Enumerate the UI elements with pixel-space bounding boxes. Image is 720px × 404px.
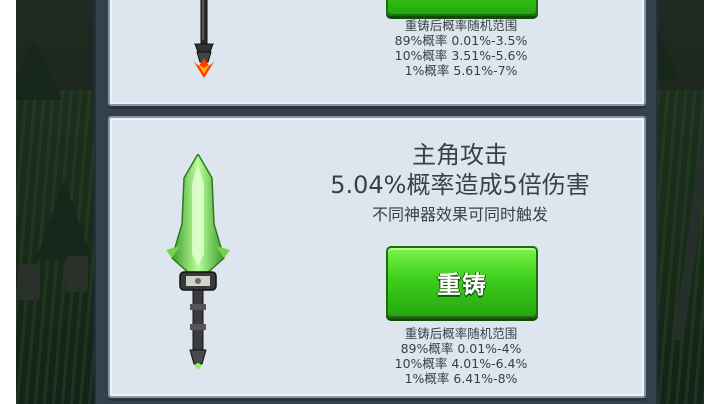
tree-icon bbox=[16, 40, 62, 100]
reforge-range-line: 1%概率 5.61%-7% bbox=[404, 63, 518, 78]
artifact-note: 不同神器效果可同时触发 bbox=[371, 205, 548, 224]
stump-icon bbox=[66, 256, 88, 292]
artifact-card-previous: 重铸后概率随机范围 89%概率 0.01%-3.5% 10%概率 3.51%-5… bbox=[108, 0, 646, 106]
artifact-title: 主角攻击 bbox=[412, 141, 508, 169]
reforge-range-line: 10%概率 3.51%-5.6% bbox=[394, 48, 528, 63]
artifact-card: 主角攻击 5.04%概率造成5倍伤害 不同神器效果可同时触发 重铸 重铸后概率随… bbox=[108, 116, 646, 398]
reforge-range-line: 10%概率 4.01%-6.4% bbox=[394, 356, 528, 371]
tree-icon bbox=[36, 180, 92, 260]
reforge-range-heading: 重铸后概率随机范围 bbox=[404, 18, 518, 33]
reforge-range-line: 1%概率 6.41%-8% bbox=[404, 371, 518, 386]
reforge-button-previous[interactable] bbox=[386, 0, 538, 16]
jade-greatsword-icon bbox=[166, 154, 230, 369]
reforge-range-heading: 重铸后概率随机范围 bbox=[404, 326, 518, 341]
stump-icon bbox=[18, 264, 40, 300]
reforge-range-line: 89%概率 0.01%-3.5% bbox=[394, 33, 528, 48]
artifact-panel[interactable]: 重铸后概率随机范围 89%概率 0.01%-3.5% 10%概率 3.51%-5… bbox=[94, 0, 658, 404]
reforge-button[interactable]: 重铸 bbox=[386, 246, 538, 318]
dark-sword-icon bbox=[194, 0, 214, 78]
reforge-range-info: 重铸后概率随机范围 89%概率 0.01%-3.5% 10%概率 3.51%-5… bbox=[346, 18, 576, 78]
artifact-description: 主角攻击 5.04%概率造成5倍伤害 不同神器效果可同时触发 bbox=[270, 140, 650, 227]
reforge-range-line: 89%概率 0.01%-4% bbox=[400, 341, 522, 356]
reforge-range-info: 重铸后概率随机范围 89%概率 0.01%-4% 10%概率 4.01%-6.4… bbox=[346, 326, 576, 386]
artifact-effect: 5.04%概率造成5倍伤害 bbox=[330, 171, 590, 199]
